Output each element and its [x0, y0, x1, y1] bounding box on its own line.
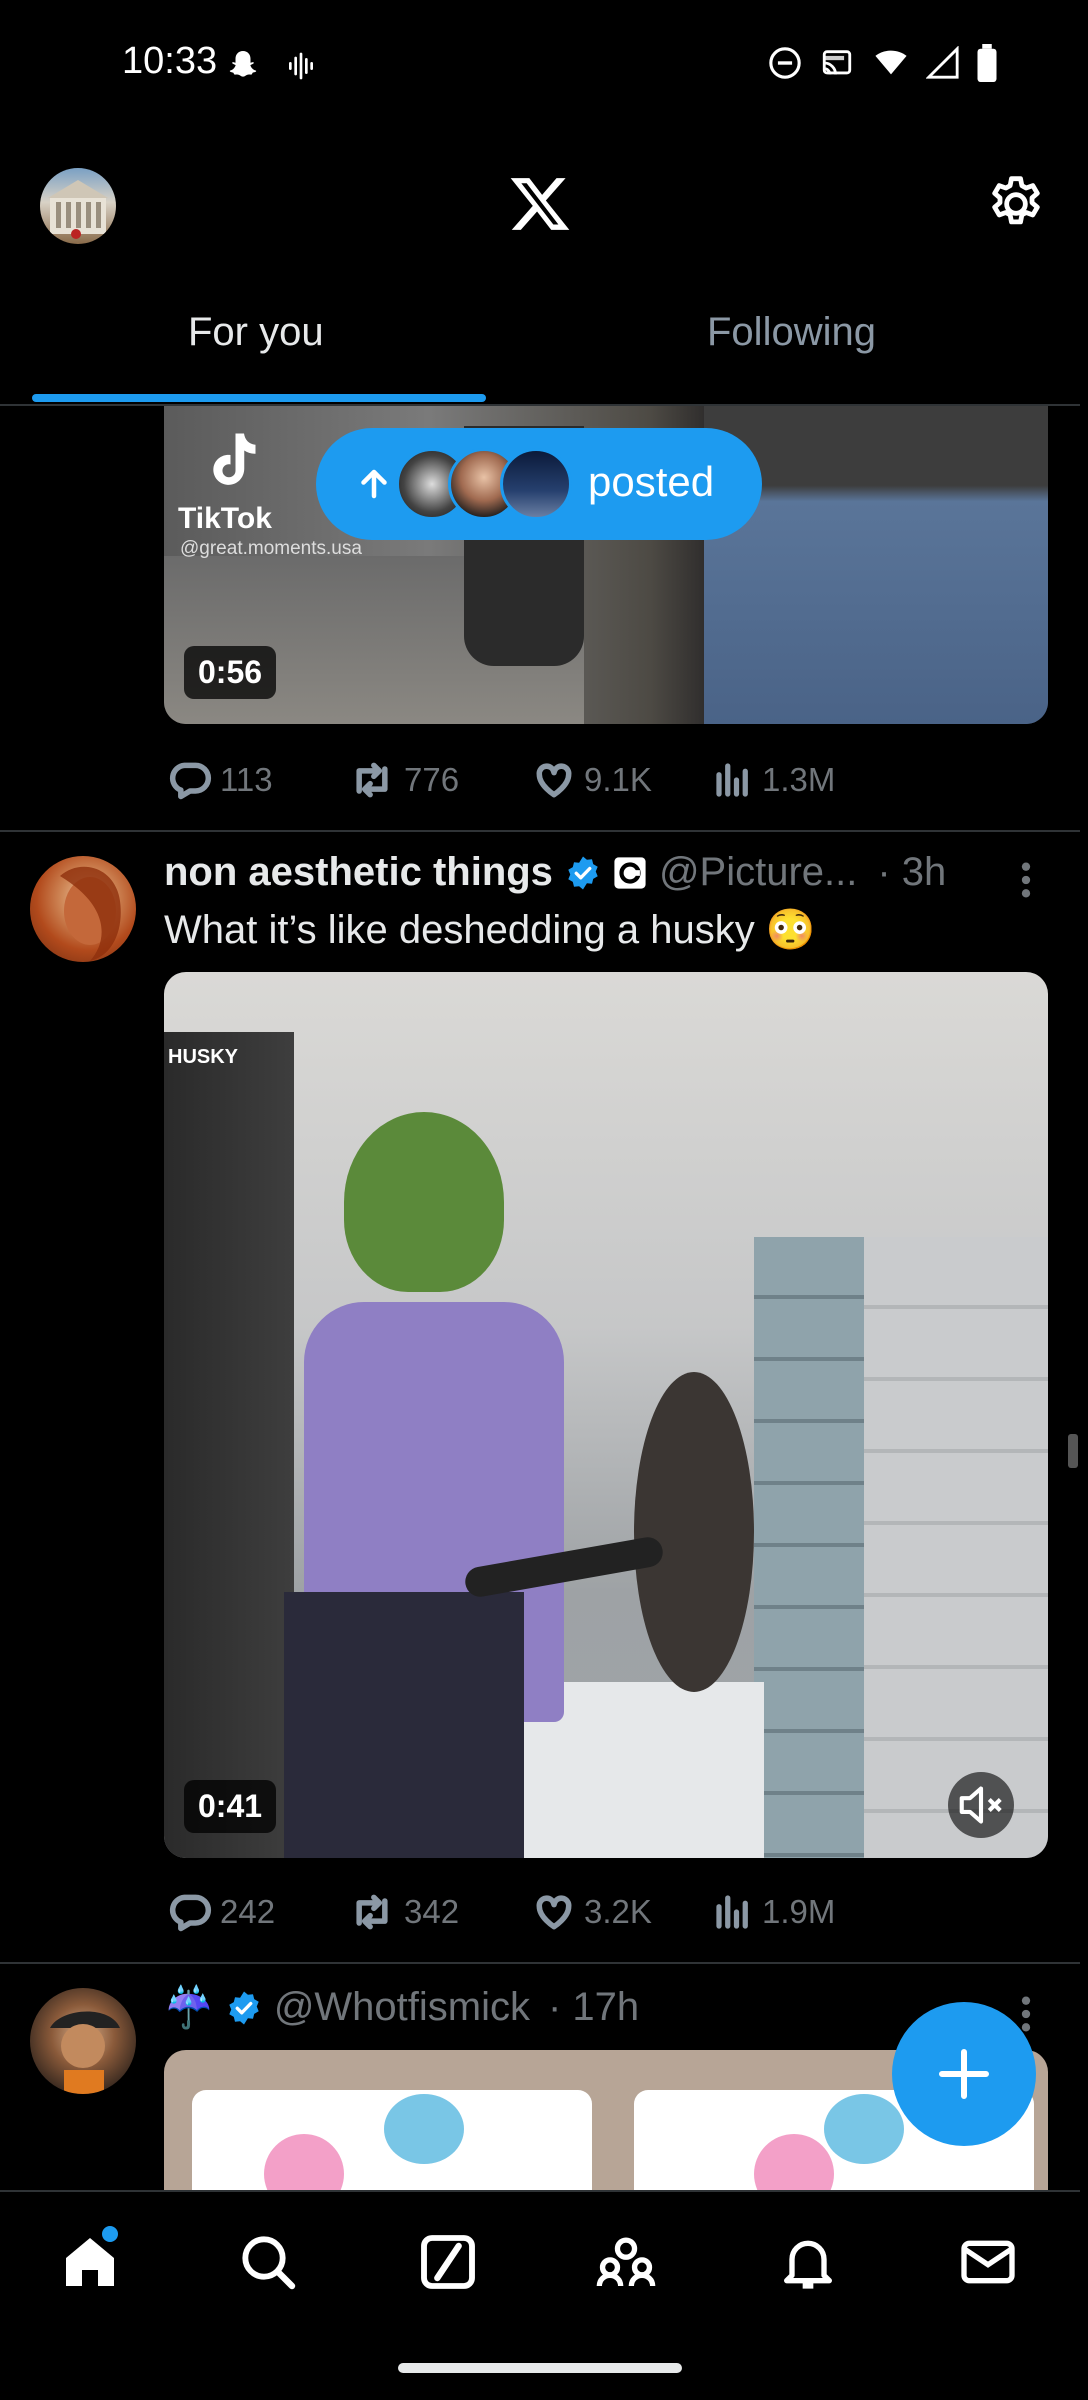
video-overlay-label: HUSKY [168, 1046, 239, 1068]
post2-header: non aesthetic things @Picture... · 3h [164, 850, 946, 895]
compose-button[interactable] [892, 2002, 1036, 2146]
views-button[interactable]: 1.3M [712, 758, 835, 802]
voice-wave-icon [289, 52, 313, 80]
status-icons [768, 44, 998, 82]
post-time: · 3h [877, 850, 947, 894]
affiliate-badge-icon [614, 856, 646, 889]
heart-icon [536, 763, 572, 798]
do-not-disturb-icon [769, 47, 801, 79]
home-notification-dot [102, 2226, 118, 2242]
author-name-emoji[interactable]: ☔ [164, 1984, 214, 2031]
active-tab-indicator [32, 394, 486, 402]
author-handle[interactable]: @Whotfismick [274, 1985, 530, 2030]
video-duration: 0:41 [184, 1780, 277, 1833]
verified-badge-icon [568, 856, 598, 889]
video-scene [754, 1237, 864, 1858]
post2-actions: 242 342 3.2K 1.9M [164, 1884, 1044, 1940]
search-icon[interactable] [236, 2230, 300, 2294]
video-scene [634, 1372, 754, 1692]
heart-icon [536, 1895, 572, 1930]
tiktok-handle: @great.moments.usa [180, 538, 362, 559]
more-options-icon[interactable] [1012, 860, 1040, 900]
arrow-up-icon [361, 469, 387, 499]
bottom-nav [0, 2190, 1080, 2342]
cast-icon [822, 50, 852, 75]
status-time: 10:33 [122, 40, 218, 82]
video-scene [284, 1592, 524, 1858]
tiktok-logo-icon [213, 433, 256, 485]
post-text: What it’s like deshedding a husky 😳 [164, 908, 816, 952]
bookmark-icon[interactable] [890, 758, 934, 802]
gesture-home-indicator[interactable] [398, 2363, 682, 2373]
post-divider [0, 1962, 1080, 1964]
post-divider [0, 830, 1080, 832]
speaker-muted-icon [959, 1786, 1002, 1824]
like-count: 9.1K [584, 761, 652, 798]
views-button[interactable]: 1.9M [712, 1890, 835, 1934]
reply-count: 242 [220, 1893, 276, 1930]
repost-icon [356, 1894, 388, 1930]
post1-actions: 113 776 9.1K 1.3M [164, 752, 1044, 808]
post2-video[interactable]: HUSKY 0:41 [164, 972, 1048, 1858]
signal-icon [926, 46, 959, 79]
verified-badge-icon [229, 1991, 259, 2024]
author-handle[interactable]: @Picture... [659, 850, 857, 895]
video-scene [164, 1032, 294, 1858]
gear-icon[interactable] [984, 172, 1048, 236]
post3-header: ☔ @Whotfismick · 17h [164, 1984, 639, 2031]
notifications-icon[interactable] [776, 2230, 840, 2294]
reply-icon [169, 1894, 212, 1932]
like-button[interactable]: 9.1K [532, 758, 652, 802]
repost-button[interactable]: 342 [348, 1890, 459, 1934]
battery-icon [977, 44, 997, 82]
reply-button[interactable]: 242 [168, 1890, 275, 1934]
reply-button[interactable]: 113 [168, 758, 273, 802]
share-icon[interactable] [980, 1890, 1024, 1934]
video-scene [704, 406, 1048, 724]
tiktok-watermark: TikTok [178, 502, 272, 535]
tab-for-you[interactable]: For you [188, 310, 324, 355]
author-name[interactable]: non aesthetic things [164, 850, 553, 895]
poster-avatar [500, 448, 572, 520]
post-time: · 17h [547, 1985, 640, 2029]
like-button[interactable]: 3.2K [532, 1890, 652, 1934]
new-posts-pill[interactable]: posted [316, 428, 762, 540]
grok-icon[interactable] [416, 2230, 480, 2294]
posted-label: posted [588, 458, 715, 505]
views-icon [716, 763, 748, 797]
views-icon [716, 1895, 748, 1929]
messages-icon[interactable] [956, 2230, 1020, 2294]
snapchat-icon [229, 51, 257, 77]
bookmark-icon[interactable] [890, 1890, 934, 1934]
reply-icon [169, 762, 212, 800]
repost-icon [356, 762, 388, 798]
tab-following[interactable]: Following [707, 310, 876, 355]
x-logo-icon[interactable] [508, 172, 572, 236]
communities-icon[interactable] [594, 2230, 658, 2294]
video-duration: 0:56 [184, 646, 277, 699]
repost-count: 776 [404, 761, 460, 798]
plus-icon [939, 2049, 989, 2099]
post2-avatar[interactable] [30, 856, 136, 962]
mute-button[interactable] [948, 1772, 1014, 1838]
post3-avatar[interactable] [30, 1988, 136, 2094]
wifi-icon [875, 50, 907, 75]
video-scene [344, 1112, 504, 1292]
reply-count: 113 [220, 761, 273, 798]
comic-figure [384, 2094, 464, 2164]
views-count: 1.3M [762, 761, 836, 798]
profile-avatar[interactable] [40, 168, 116, 244]
repost-button[interactable]: 776 [348, 758, 459, 802]
repost-count: 342 [404, 1893, 460, 1930]
like-count: 3.2K [584, 1893, 652, 1930]
views-count: 1.9M [762, 1893, 836, 1930]
share-icon[interactable] [980, 758, 1024, 802]
scrollbar-thumb[interactable] [1068, 1434, 1078, 1468]
